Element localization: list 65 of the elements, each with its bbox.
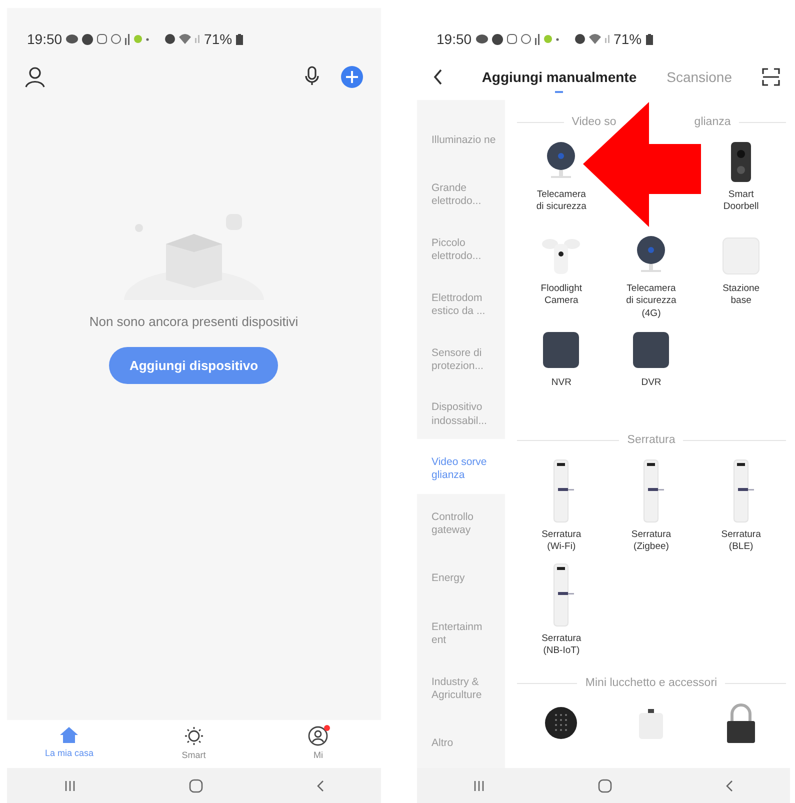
wifi-icon: [179, 34, 192, 44]
signal-icon: [195, 35, 200, 43]
ring-icon: [520, 34, 531, 44]
battery-level: 71%: [614, 31, 642, 47]
category-item[interactable]: Energy: [416, 548, 504, 604]
category-item[interactable]: Elettrodom estico da ...: [416, 274, 504, 330]
category-item[interactable]: Grande elettrodo...: [416, 164, 504, 220]
category-item[interactable]: Illuminazio ne: [416, 110, 504, 165]
recents-icon[interactable]: [64, 780, 76, 792]
device-tile[interactable]: Stazione base: [713, 234, 770, 320]
tab-bar-item[interactable]: Mi: [256, 720, 380, 768]
status-time: 19:50: [27, 31, 62, 47]
device-tile[interactable]: DVR: [623, 328, 680, 414]
battery-icon: [646, 34, 653, 44]
category-item[interactable]: Industry & Agriculture: [416, 658, 504, 714]
category-item[interactable]: Video sorve glianza: [416, 438, 504, 494]
category-item[interactable]: Altro: [416, 713, 504, 768]
home-icon[interactable]: [598, 778, 612, 792]
section-title: Mini lucchetto e accessori: [585, 677, 718, 690]
ring-icon: [111, 34, 122, 44]
category-item[interactable]: Piccolo elettrodo...: [416, 220, 504, 274]
category-item[interactable]: Entertainm ent: [416, 603, 504, 658]
home-icon[interactable]: [188, 778, 203, 792]
section-title: Video so: [572, 116, 616, 128]
chat-bubble-icon: [66, 34, 78, 44]
header-tab[interactable]: Aggiungi manualmente: [482, 68, 637, 86]
device-tile[interactable]: Smart Doorbell: [713, 140, 770, 226]
dot-icon: [146, 38, 150, 40]
signal-icon: [604, 35, 610, 43]
chat-bubble-icon: [476, 34, 488, 44]
profile-icon[interactable]: [25, 66, 45, 88]
empty-message: Non sono ancora presenti dispositivi: [89, 314, 298, 329]
bars-icon: [534, 34, 540, 44]
battery-icon: [236, 34, 244, 44]
dot-icon: [556, 38, 559, 40]
sun-icon: [184, 726, 204, 746]
microphone-icon[interactable]: [304, 66, 318, 88]
header-tab[interactable]: Scansione: [666, 68, 732, 86]
add-icon[interactable]: [340, 66, 362, 88]
user-icon: [308, 726, 328, 746]
tab-bar-item[interactable]: Smart: [132, 720, 256, 768]
tab-bar-item[interactable]: La mia casa: [7, 720, 132, 768]
category-item[interactable]: Dispositivo indossabil...: [416, 384, 504, 439]
device-tile[interactable]: NVR: [533, 328, 590, 414]
recents-icon[interactable]: [473, 780, 486, 792]
scan-icon[interactable]: [762, 68, 780, 86]
device-tile[interactable]: Serratura (NB-IoT): [533, 562, 590, 658]
section-title: Serratura: [627, 434, 676, 446]
add-device-button[interactable]: Aggiungi dispositivo: [109, 347, 278, 384]
category-item[interactable]: Controllo gateway: [416, 494, 504, 549]
house-icon: [59, 726, 80, 744]
status-time: 19:50: [436, 31, 472, 47]
section-title: glianza: [694, 116, 731, 128]
device-tile[interactable]: Serratura (Zigbee): [623, 458, 680, 554]
device-tile[interactable]: Telecamera di sicurezza: [533, 140, 590, 226]
category-item[interactable]: Sensore di protezion...: [416, 329, 504, 384]
device-tile[interactable]: Serratura (Wi-Fi): [533, 458, 590, 554]
tab-indicator: [555, 91, 564, 93]
back-icon[interactable]: [432, 69, 442, 85]
bars-icon: [125, 34, 130, 44]
device-tile[interactable]: Telecamera di sicurezza (4G): [623, 234, 680, 320]
wifi-icon: [588, 34, 601, 44]
device-tile[interactable]: Floodlight Camera: [533, 234, 590, 320]
battery-level: 71%: [204, 31, 232, 47]
device-tile[interactable]: Serratura (BLE): [713, 458, 770, 554]
